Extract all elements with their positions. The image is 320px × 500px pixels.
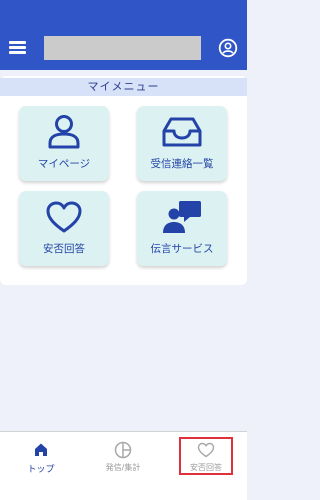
- tile-mypage[interactable]: マイページ: [19, 106, 109, 181]
- menu-title: マイメニュー: [0, 78, 247, 96]
- home-icon: [35, 443, 47, 456]
- nav-item-top[interactable]: トップ: [11, 440, 71, 480]
- app-header: [0, 0, 247, 70]
- tile-label: 受信連絡一覧: [150, 158, 214, 170]
- heart-icon: [46, 201, 82, 233]
- hamburger-icon[interactable]: [9, 40, 26, 54]
- nav-label: 発信/集計: [105, 463, 141, 472]
- tile-label: マイページ: [37, 158, 91, 170]
- tile-label: 伝言サービス: [150, 243, 214, 255]
- account-circle-icon[interactable]: [218, 38, 238, 58]
- tile-inbox[interactable]: 受信連絡一覧: [137, 106, 227, 181]
- header-title-placeholder: [44, 36, 201, 60]
- inbox-tray-icon: [162, 117, 202, 147]
- nav-item-send-summary[interactable]: 発信/集計: [93, 440, 153, 480]
- pie-chart-icon: [114, 441, 132, 459]
- highlight-box: [179, 437, 233, 475]
- nav-label: トップ: [27, 465, 55, 475]
- person-icon: [48, 115, 80, 149]
- tile-safety-answer[interactable]: 安否回答: [19, 191, 109, 266]
- tile-label: 安否回答: [43, 243, 85, 255]
- person-message-icon: [163, 201, 201, 233]
- tile-message-service[interactable]: 伝言サービス: [137, 191, 227, 266]
